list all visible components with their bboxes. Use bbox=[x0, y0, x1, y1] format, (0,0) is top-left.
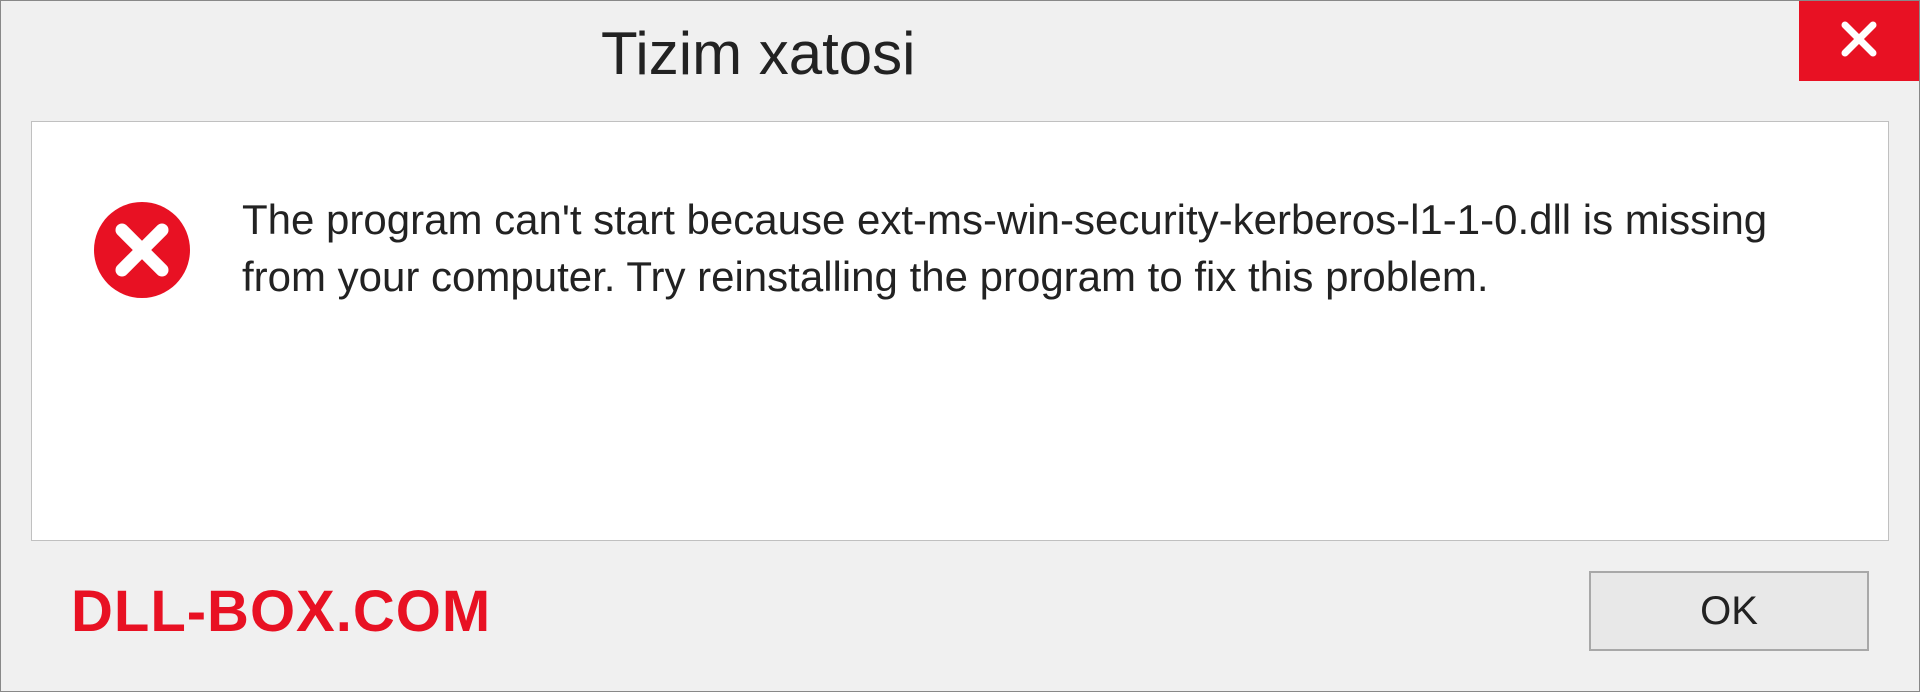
dialog-footer: DLL-BOX.COM OK bbox=[1, 541, 1919, 691]
ok-button-label: OK bbox=[1700, 589, 1758, 634]
error-icon bbox=[92, 200, 192, 300]
close-icon bbox=[1835, 15, 1883, 68]
titlebar: Tizim xatosi bbox=[1, 1, 1919, 111]
dialog-title: Tizim xatosi bbox=[1, 1, 915, 88]
ok-button[interactable]: OK bbox=[1589, 571, 1869, 651]
content-panel: The program can't start because ext-ms-w… bbox=[31, 121, 1889, 541]
watermark-text: DLL-BOX.COM bbox=[71, 578, 491, 645]
close-button[interactable] bbox=[1799, 1, 1919, 81]
error-dialog: Tizim xatosi The program can't start bec… bbox=[0, 0, 1920, 692]
error-message: The program can't start because ext-ms-w… bbox=[242, 192, 1792, 305]
